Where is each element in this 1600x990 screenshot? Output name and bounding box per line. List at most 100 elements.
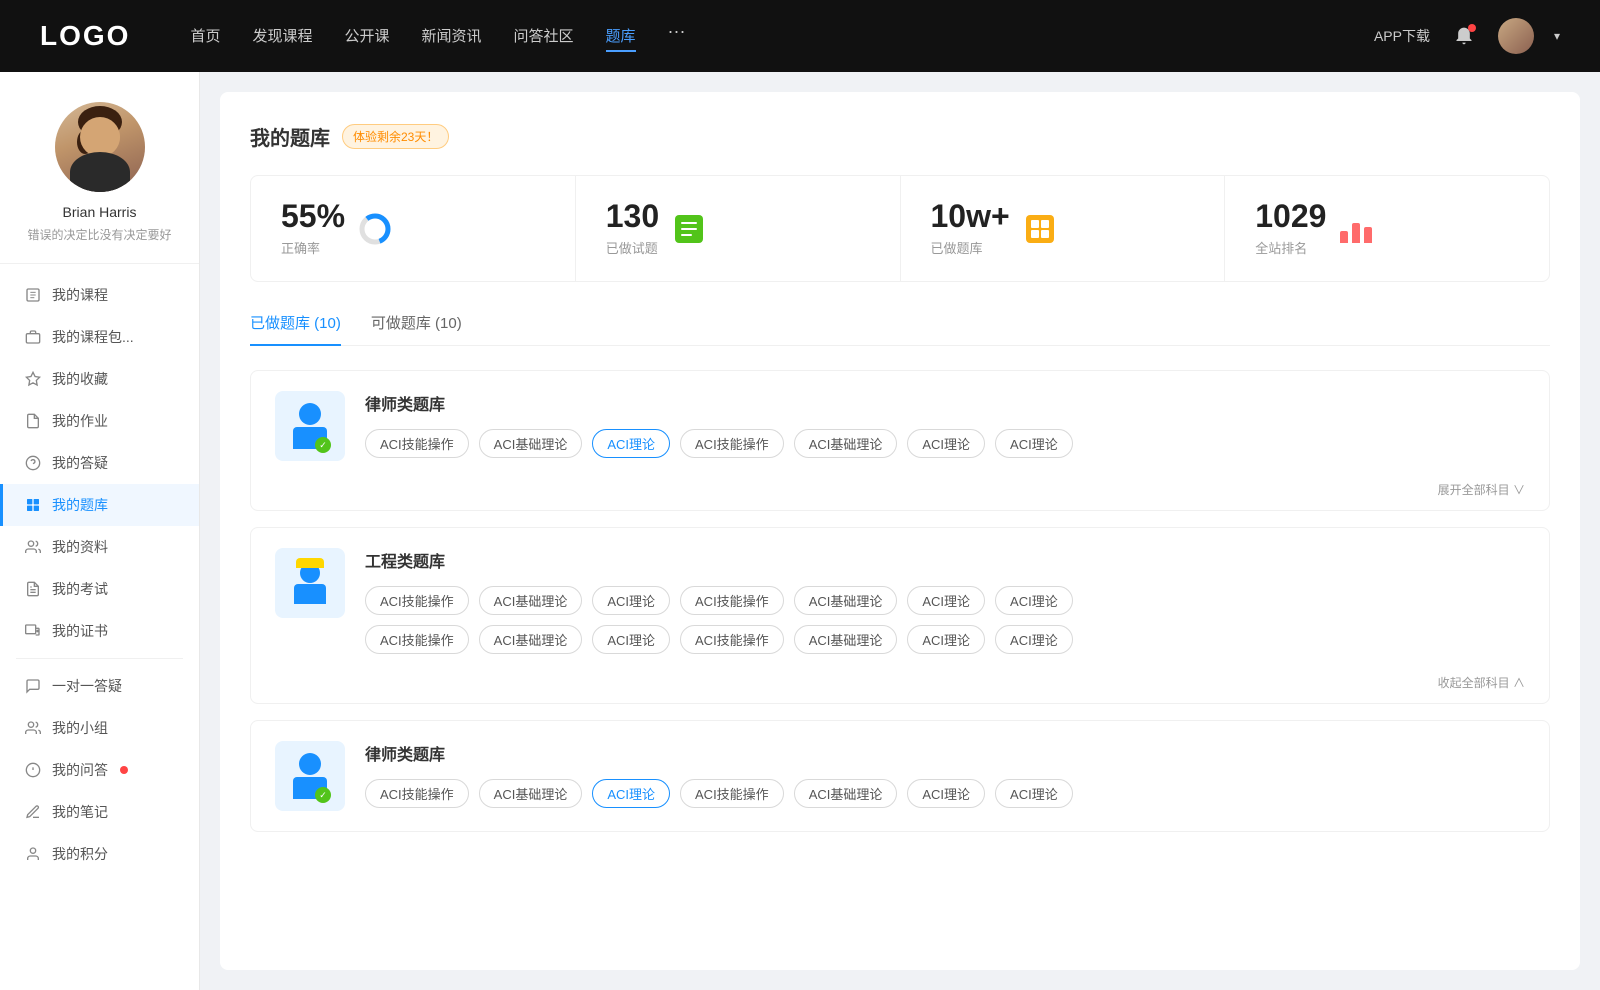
stats-row: 55% 正确率 130 已做试题 (250, 175, 1550, 282)
main-layout: Brian Harris 错误的决定比没有决定要好 我的课程 我的课程包... (0, 72, 1600, 990)
sidebar-item-group-label: 我的小组 (52, 718, 108, 738)
main-content: 我的题库 体验剩余23天！ 55% 正确率 (200, 72, 1600, 990)
tab-done-banks[interactable]: 已做题库 (10) (250, 312, 341, 345)
sidebar-item-exams[interactable]: 我的考试 (0, 568, 199, 610)
tag-item[interactable]: ACI基础理论 (479, 586, 583, 615)
tag-item[interactable]: ACI技能操作 (680, 586, 784, 615)
lawyer-1-icon-wrap: ✓ (275, 391, 345, 461)
coursepack-icon (24, 328, 42, 346)
app-download-button[interactable]: APP下载 (1374, 26, 1430, 46)
notification-dot (1468, 24, 1476, 32)
stat-rank-text: 1029 全站排名 (1255, 200, 1326, 257)
sidebar-item-questionbank[interactable]: 我的题库 (0, 484, 199, 526)
sidebar-menu: 我的课程 我的课程包... 我的收藏 我的作业 (0, 264, 199, 885)
sidebar-item-points[interactable]: 我的积分 (0, 833, 199, 875)
list-icon (675, 215, 703, 243)
bank-section-lawyer-2-header: ✓ 律师类题库 ACI技能操作 ACI基础理论 ACI理论 ACI技能操作 AC… (251, 721, 1549, 831)
tabs-row: 已做题库 (10) 可做题库 (10) (250, 312, 1550, 346)
nav-links: 首页 发现课程 公开课 新闻资讯 问答社区 题库 ··· (190, 21, 1334, 52)
engineer-figure (294, 563, 326, 604)
lawyer-2-title: 律师类题库 (365, 741, 1525, 765)
sidebar-item-questions-label: 我的问答 (52, 760, 108, 780)
tag-item[interactable]: ACI理论 (995, 429, 1073, 458)
engineer-icon-wrap (275, 548, 345, 618)
table-icon (1026, 215, 1054, 243)
nav-right: APP下载 ▾ (1374, 18, 1560, 54)
sidebar-item-exams-label: 我的考试 (52, 579, 108, 599)
nav-link-discover[interactable]: 发现课程 (252, 21, 312, 52)
tag-item[interactable]: ACI理论 (907, 586, 985, 615)
tab-available-banks[interactable]: 可做题库 (10) (371, 312, 462, 345)
sidebar-item-notes[interactable]: 我的笔记 (0, 791, 199, 833)
tag-item[interactable]: ACI技能操作 (680, 625, 784, 654)
tag-item[interactable]: ACI基础理论 (479, 429, 583, 458)
sidebar-item-group[interactable]: 我的小组 (0, 707, 199, 749)
sidebar-item-oneononelabel: 一对一答疑 (52, 676, 122, 696)
sidebar-item-coursepack-label: 我的课程包... (52, 327, 134, 347)
stat-questions-done: 130 已做试题 (576, 176, 901, 281)
nav-link-home[interactable]: 首页 (190, 21, 220, 52)
user-avatar[interactable] (1498, 18, 1534, 54)
tag-item[interactable]: ACI理论 (907, 625, 985, 654)
sidebar-item-my-qa[interactable]: 我的答疑 (0, 442, 199, 484)
nav-link-opencourse[interactable]: 公开课 (344, 21, 389, 52)
sidebar-item-favorites[interactable]: 我的收藏 (0, 358, 199, 400)
sidebar-item-certificate[interactable]: 我的证书 (0, 610, 199, 652)
tag-item[interactable]: ACI理论 (907, 429, 985, 458)
tag-item[interactable]: ACI基础理论 (479, 625, 583, 654)
tag-item[interactable]: ACI理论 (907, 779, 985, 808)
profile-avatar (55, 102, 145, 192)
tag-item[interactable]: ACI基础理论 (794, 429, 898, 458)
sidebar-item-homework[interactable]: 我的作业 (0, 400, 199, 442)
tag-item-selected[interactable]: ACI理论 (592, 429, 670, 458)
nav-link-qa[interactable]: 问答社区 (514, 21, 574, 52)
sidebar-item-questions[interactable]: 我的问答 (0, 749, 199, 791)
page-header: 我的题库 体验剩余23天！ (250, 122, 1550, 151)
expand-button-1[interactable]: 展开全部科目 ∨ (251, 481, 1549, 510)
tag-item[interactable]: ACI基础理论 (794, 779, 898, 808)
stat-banks-text: 10w+ 已做题库 (931, 200, 1010, 257)
collapse-button-engineer[interactable]: 收起全部科目 ∧ (251, 674, 1549, 703)
tag-item[interactable]: ACI基础理论 (794, 586, 898, 615)
questions-number: 130 (606, 200, 659, 232)
tag-item[interactable]: ACI技能操作 (365, 625, 469, 654)
content-card: 我的题库 体验剩余23天！ 55% 正确率 (220, 92, 1580, 970)
tag-item[interactable]: ACI技能操作 (365, 779, 469, 808)
exams-icon (24, 580, 42, 598)
tag-item[interactable]: ACI理论 (995, 586, 1073, 615)
tag-item[interactable]: ACI技能操作 (680, 779, 784, 808)
user-menu-chevron-icon[interactable]: ▾ (1554, 29, 1560, 43)
points-icon (24, 845, 42, 863)
sidebar-item-materials-label: 我的资料 (52, 537, 108, 557)
sidebar-item-materials[interactable]: 我的资料 (0, 526, 199, 568)
tag-item[interactable]: ACI理论 (995, 625, 1073, 654)
sidebar-item-my-courses[interactable]: 我的课程 (0, 274, 199, 316)
tag-item-selected[interactable]: ACI理论 (592, 779, 670, 808)
tag-item[interactable]: ACI技能操作 (365, 586, 469, 615)
notification-bell-button[interactable] (1450, 22, 1478, 50)
bank-section-lawyer-2: ✓ 律师类题库 ACI技能操作 ACI基础理论 ACI理论 ACI技能操作 AC… (250, 720, 1550, 832)
nav-link-news[interactable]: 新闻资讯 (422, 21, 482, 52)
sidebar-item-notes-label: 我的笔记 (52, 802, 108, 822)
sidebar: Brian Harris 错误的决定比没有决定要好 我的课程 我的课程包... (0, 72, 200, 990)
tag-item[interactable]: ACI技能操作 (365, 429, 469, 458)
tag-item[interactable]: ACI理论 (592, 625, 670, 654)
sidebar-item-course-pack[interactable]: 我的课程包... (0, 316, 199, 358)
tag-item[interactable]: ACI理论 (592, 586, 670, 615)
lawyer-2-content: 律师类题库 ACI技能操作 ACI基础理论 ACI理论 ACI技能操作 ACI基… (365, 741, 1525, 808)
notes-icon (24, 803, 42, 821)
tag-item[interactable]: ACI技能操作 (680, 429, 784, 458)
nav-link-questionbank[interactable]: 题库 (606, 21, 636, 52)
tag-item[interactable]: ACI基础理论 (794, 625, 898, 654)
lawyer-figure-1: ✓ (293, 403, 327, 449)
lawyer-1-title: 律师类题库 (365, 391, 1525, 415)
engineer-tags-row2: ACI技能操作 ACI基础理论 ACI理论 ACI技能操作 ACI基础理论 AC… (365, 625, 1525, 654)
bank-section-engineer-header: 工程类题库 ACI技能操作 ACI基础理论 ACI理论 ACI技能操作 ACI基… (251, 528, 1549, 674)
tag-item[interactable]: ACI理论 (995, 779, 1073, 808)
nav-more-icon[interactable]: ··· (668, 21, 686, 52)
tag-item[interactable]: ACI基础理论 (479, 779, 583, 808)
sidebar-item-myqa-label: 我的答疑 (52, 453, 108, 473)
sidebar-item-one-on-one[interactable]: 一对一答疑 (0, 665, 199, 707)
my-qa-icon (24, 454, 42, 472)
group-icon (24, 719, 42, 737)
